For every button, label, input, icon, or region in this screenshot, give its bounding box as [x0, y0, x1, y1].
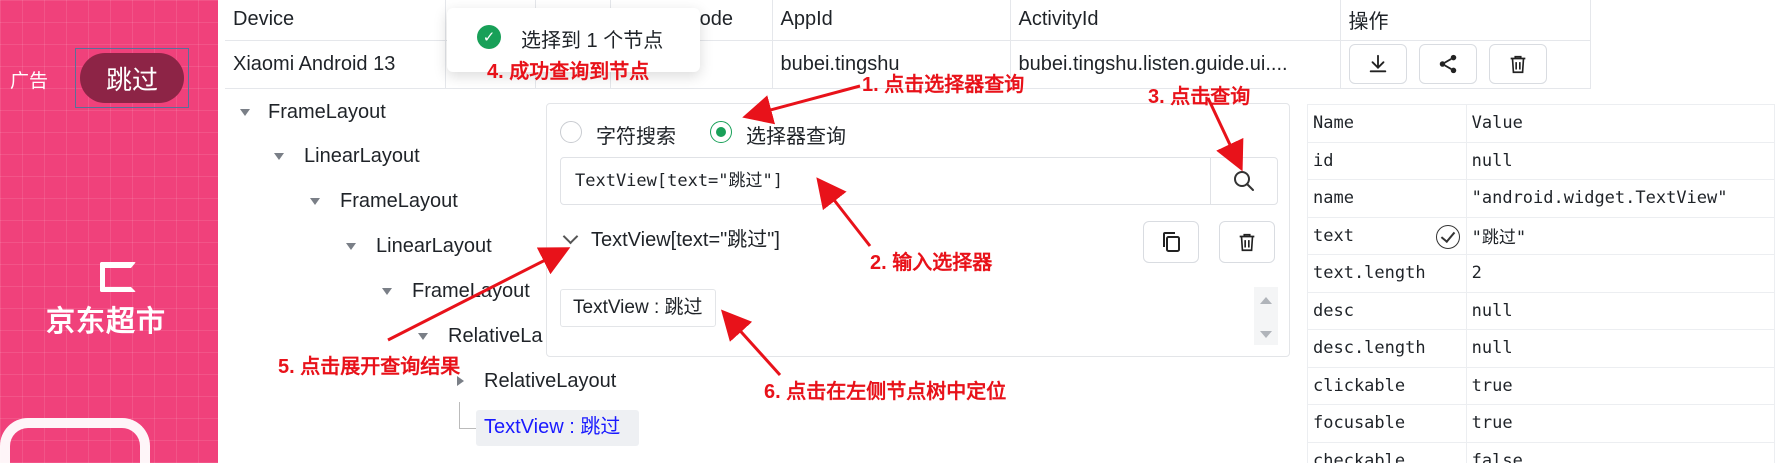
tree-node[interactable]: LinearLayout	[304, 142, 420, 170]
result-node-chip[interactable]: TextView : 跳过	[560, 289, 716, 327]
copy-icon	[1163, 232, 1180, 252]
radio-label-text-search[interactable]: 字符搜索	[596, 120, 676, 149]
selector-input[interactable]: TextView[text="跳过"]	[560, 157, 1211, 205]
table-row: text "跳过"	[1307, 216, 1775, 255]
ad-label: 广告	[10, 71, 49, 92]
annotation-step2: 2. 输入选择器	[870, 252, 993, 274]
annotation-step6: 6. 点击在左侧节点树中定位	[764, 381, 1007, 403]
table-row: desc.length null	[1307, 329, 1775, 368]
scroll-up-icon[interactable]	[1260, 297, 1272, 304]
attr-name: name	[1307, 179, 1467, 218]
share-icon	[1439, 54, 1456, 74]
column-header-device: Device	[225, 0, 446, 41]
annotation-step1: 1. 点击选择器查询	[862, 74, 1025, 96]
column-header-actions: 操作	[1340, 0, 1591, 41]
jd-logo-icon	[100, 262, 136, 292]
attr-name: text.length	[1307, 254, 1467, 293]
attr-name: id	[1307, 141, 1467, 180]
caret-down-icon[interactable]	[346, 243, 356, 250]
caret-down-icon[interactable]	[310, 198, 320, 205]
caret-down-icon[interactable]	[418, 333, 428, 340]
table-row: checkable false	[1307, 441, 1775, 463]
skip-button[interactable]: 跳过	[80, 53, 184, 103]
table-row: id null	[1307, 141, 1775, 180]
radio-label-selector-query[interactable]: 选择器查询	[746, 120, 846, 149]
share-button[interactable]	[1418, 44, 1477, 84]
check-circle-icon: ✓	[477, 25, 501, 49]
column-header-activity-id: ActivityId	[1010, 0, 1341, 41]
attr-name: desc	[1307, 291, 1467, 330]
tree-node-selected[interactable]: TextView : 跳过	[484, 413, 620, 441]
scroll-down-icon[interactable]	[1260, 331, 1272, 338]
radio-selector-query[interactable]	[710, 121, 732, 143]
attr-name: text	[1313, 225, 1354, 246]
caret-down-icon[interactable]	[240, 109, 250, 116]
tree-node[interactable]: RelativeLayout	[484, 367, 616, 395]
delete-result-button[interactable]	[1219, 221, 1275, 263]
copy-button[interactable]	[1143, 221, 1199, 263]
attr-value: "android.widget.TextView"	[1465, 179, 1775, 218]
brand-text: 京东超市	[46, 306, 167, 338]
tree-node[interactable]: FrameLayout	[412, 277, 530, 305]
device-screenshot-preview[interactable]: 广告 跳过 京东超市	[0, 0, 218, 463]
delete-button[interactable]	[1488, 44, 1547, 84]
attr-value: true	[1465, 366, 1775, 405]
skip-node-highlight[interactable]: 跳过	[75, 48, 189, 108]
tree-node[interactable]: FrameLayout	[340, 187, 458, 215]
tree-node[interactable]: LinearLayout	[376, 232, 492, 260]
chevron-down-icon[interactable]	[562, 228, 579, 245]
table-row: text.length 2	[1307, 254, 1775, 293]
decorative-shape	[0, 418, 150, 463]
attr-value: 2	[1465, 254, 1775, 293]
attr-name: desc.length	[1307, 329, 1467, 368]
attr-value: null	[1465, 291, 1775, 330]
attr-value: "跳过"	[1465, 216, 1775, 255]
search-panel: 字符搜索 选择器查询 TextView[text="跳过"] TextView[…	[546, 103, 1290, 357]
attr-value: false	[1465, 441, 1775, 463]
attribute-table: Name Value id null name "android.widget.…	[1307, 104, 1775, 463]
radio-text-search[interactable]	[560, 121, 582, 143]
table-row: clickable true	[1307, 366, 1775, 405]
attr-name: clickable	[1307, 366, 1467, 405]
cell-actions	[1340, 40, 1591, 89]
table-row: focusable true	[1307, 404, 1775, 443]
column-header-name: Name	[1307, 104, 1467, 143]
trash-icon	[1239, 233, 1255, 252]
trash-icon	[1510, 55, 1525, 74]
table-row: name "android.widget.TextView"	[1307, 179, 1775, 218]
search-button[interactable]	[1210, 157, 1278, 205]
column-header-value: Value	[1465, 104, 1775, 143]
tree-connector	[459, 402, 477, 429]
download-icon	[1369, 54, 1386, 73]
check-circle-icon[interactable]	[1435, 224, 1460, 249]
download-button[interactable]	[1348, 44, 1407, 84]
attr-value: null	[1465, 141, 1775, 180]
annotation-step5: 5. 点击展开查询结果	[278, 356, 461, 378]
column-header-app-id: AppId	[772, 0, 1011, 41]
search-icon	[1234, 171, 1254, 191]
attr-value: null	[1465, 329, 1775, 368]
attr-name: focusable	[1307, 404, 1467, 443]
result-title[interactable]: TextView[text="跳过"]	[591, 223, 780, 252]
caret-down-icon[interactable]	[274, 153, 284, 160]
table-row: desc null	[1307, 291, 1775, 330]
annotation-step4: 4. 成功查询到节点	[487, 61, 650, 83]
annotation-step3: 3. 点击查询	[1148, 86, 1251, 108]
cell-device: Xiaomi Android 13	[225, 40, 446, 89]
attr-value: true	[1465, 404, 1775, 443]
tree-node[interactable]: RelativeLa	[448, 322, 543, 350]
attr-name: checkable	[1307, 441, 1467, 463]
toast-message: 选择到 1 个节点	[521, 30, 664, 52]
caret-down-icon[interactable]	[382, 288, 392, 295]
tree-node[interactable]: FrameLayout	[268, 98, 386, 126]
